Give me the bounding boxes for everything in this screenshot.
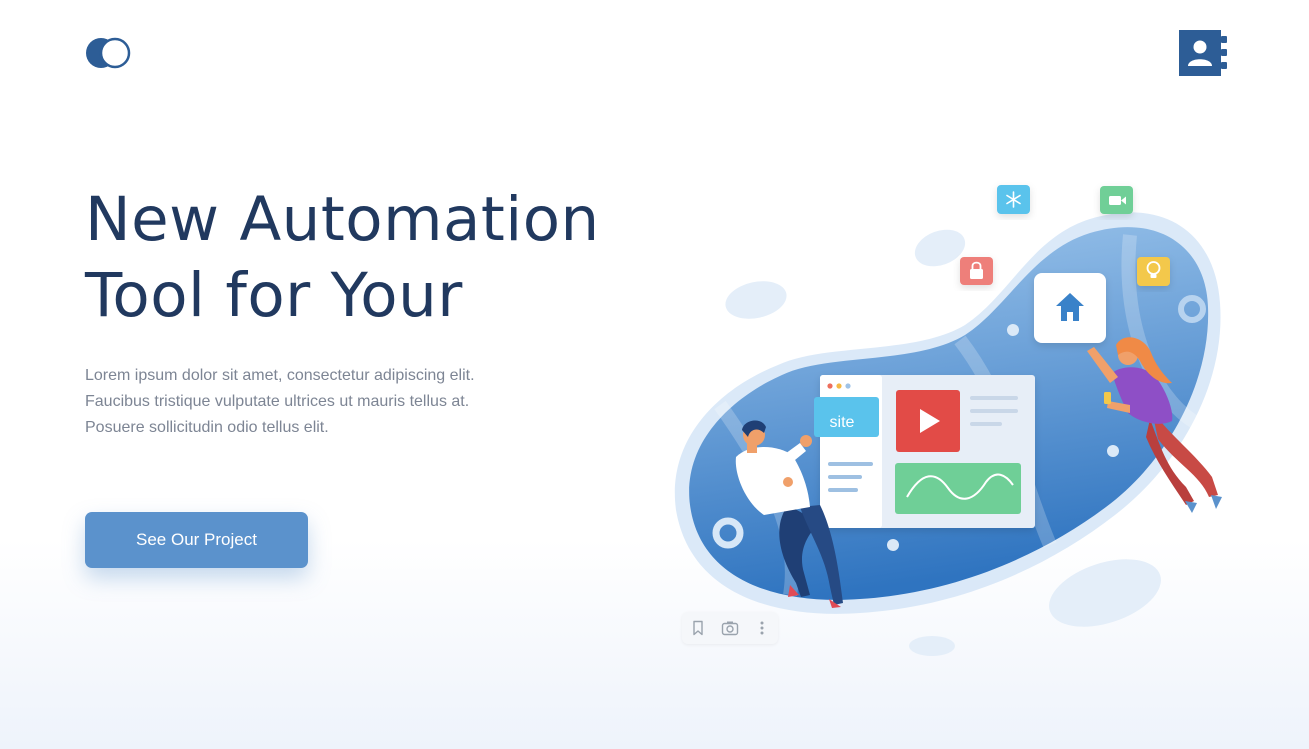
video-camera-icon [1100, 186, 1133, 214]
see-project-button[interactable]: See Our Project [85, 512, 308, 568]
hero-title-line-1: New Automation [85, 184, 600, 255]
hero-description: Lorem ipsum dolor sit amet, consectetur … [85, 367, 475, 436]
logo[interactable] [85, 37, 131, 69]
deco-blob [1049, 559, 1161, 627]
hero-illustration: site [674, 185, 1222, 656]
deco-dot [887, 539, 899, 551]
image-toolbar [682, 612, 778, 644]
hero-title-line-2: Tool for Your [85, 260, 463, 331]
contact-book-icon[interactable] [1179, 30, 1227, 76]
camera-icon[interactable] [720, 618, 740, 638]
snowflake-icon [997, 185, 1030, 214]
chart-card [895, 463, 1021, 514]
bookmark-icon[interactable] [688, 618, 708, 638]
deco-blob [909, 636, 955, 656]
lightbulb-icon [1137, 257, 1170, 286]
deco-blob [725, 281, 787, 319]
hero-title: New Automation Tool for Your [85, 182, 645, 334]
site-label: site [830, 414, 855, 431]
lock-icon [960, 257, 993, 285]
deco-dot [1007, 324, 1019, 336]
more-vertical-icon[interactable] [752, 618, 772, 638]
deco-dot [1107, 445, 1119, 457]
